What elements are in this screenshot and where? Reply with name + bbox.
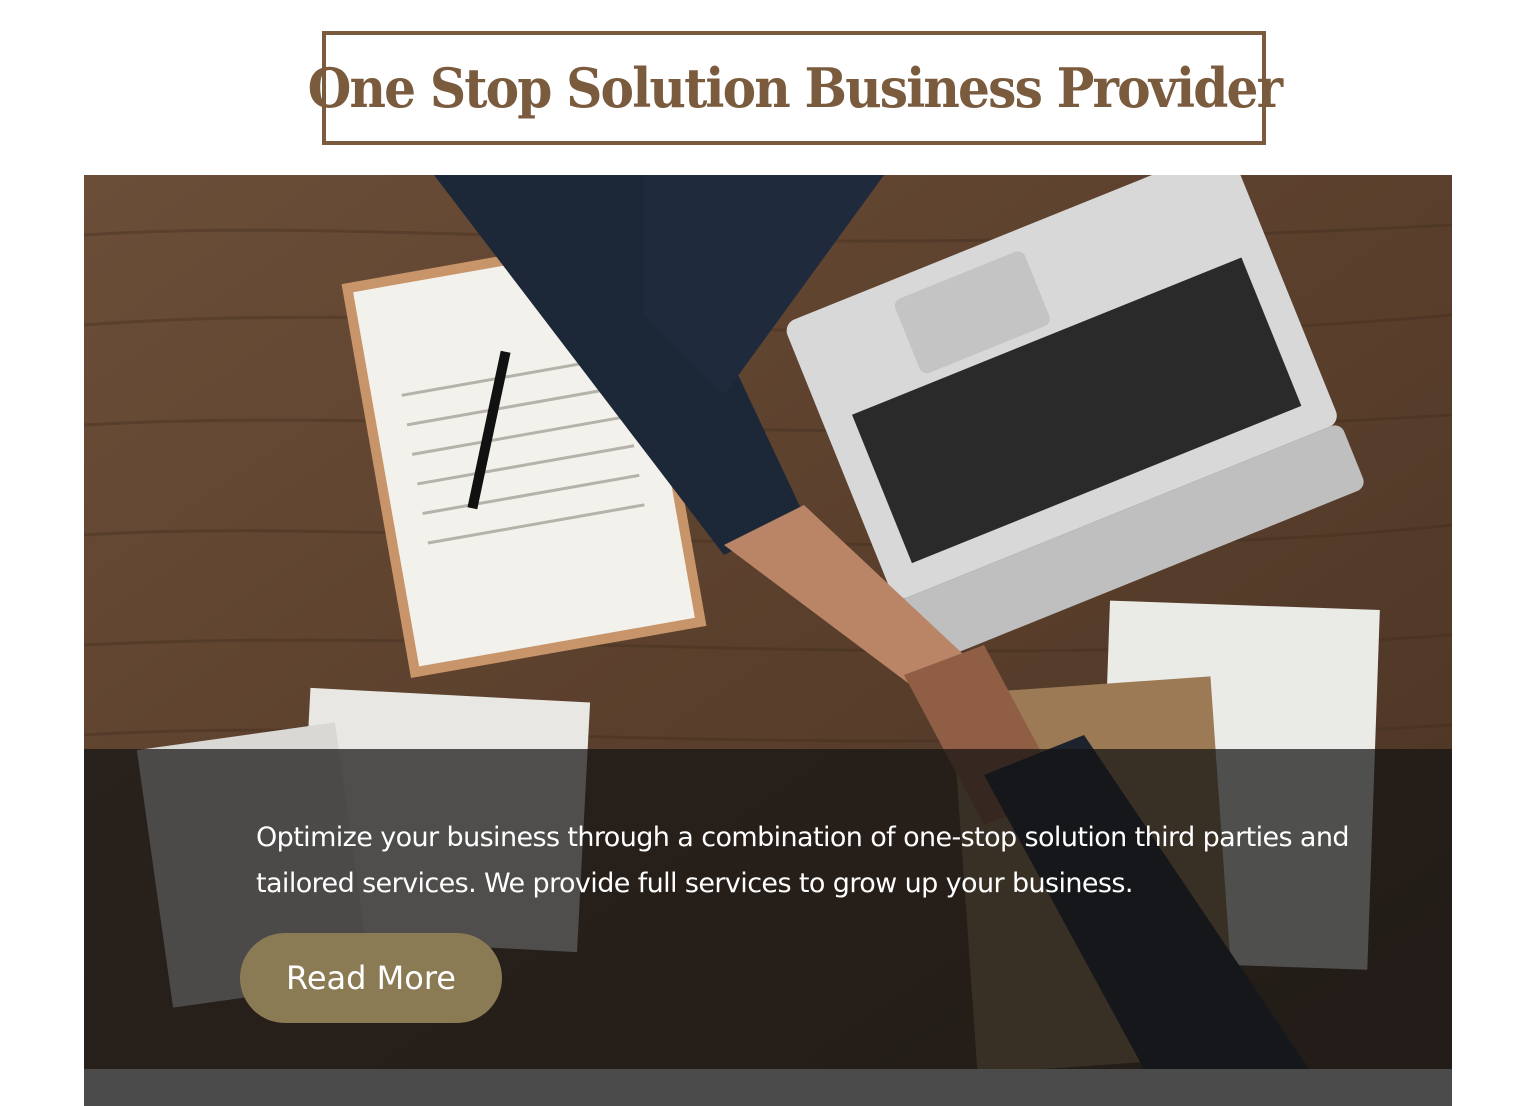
hero-description: Optimize your business through a combina… bbox=[256, 822, 1350, 899]
read-more-button[interactable]: Read More bbox=[240, 933, 502, 1023]
hero-bottom-bar bbox=[84, 1069, 1452, 1106]
page-title: One Stop Solution Business Provider bbox=[307, 56, 1282, 120]
hero-section: Optimize your business through a combina… bbox=[84, 175, 1452, 1106]
page-title-frame: One Stop Solution Business Provider bbox=[307, 31, 1283, 145]
